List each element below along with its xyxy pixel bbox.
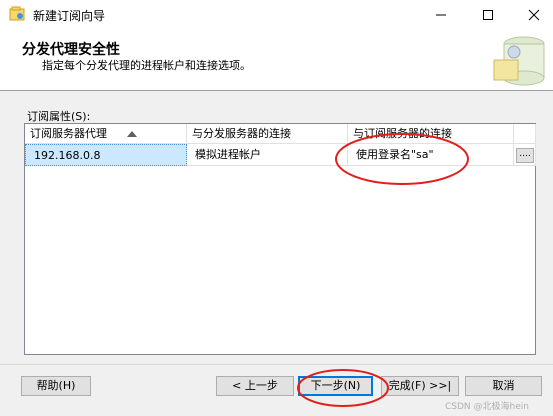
title-bar: 新建订阅向导 bbox=[0, 0, 553, 30]
maximize-button[interactable] bbox=[465, 0, 511, 30]
column-header-subscriber-connection[interactable]: 与订阅服务器的连接 bbox=[348, 124, 514, 144]
window-title: 新建订阅向导 bbox=[33, 9, 106, 23]
column-header-distributor-connection[interactable]: 与分发服务器的连接 bbox=[187, 124, 348, 144]
sort-ascending-icon bbox=[127, 131, 137, 137]
subscription-properties-label: 订阅属性(S): bbox=[27, 110, 91, 123]
maximize-icon bbox=[483, 10, 493, 20]
watermark: CSDN @北极海hein bbox=[445, 402, 529, 412]
close-icon bbox=[528, 9, 540, 21]
row-distributor-connection-cell[interactable]: 模拟进程帐户 bbox=[187, 144, 348, 166]
wizard-window: 新建订阅向导 分发代理安全性 指定每个分发代理的进程帐户和连接选项。 订阅属性(… bbox=[0, 0, 553, 416]
column-header-agent[interactable]: 订阅服务器代理 bbox=[25, 124, 187, 144]
minimize-button[interactable] bbox=[418, 0, 464, 30]
footer-divider bbox=[0, 364, 553, 365]
next-button[interactable]: 下一步(N) bbox=[298, 376, 373, 396]
row-subscriber-connection-cell[interactable]: 使用登录名"sa" bbox=[348, 144, 514, 166]
edit-security-button[interactable]: .... bbox=[516, 148, 534, 163]
database-banner-icon bbox=[493, 36, 545, 86]
help-button[interactable]: 帮助(H) bbox=[21, 376, 91, 396]
row-agent-cell[interactable]: 192.168.0.8 bbox=[25, 144, 187, 166]
column-header-blank bbox=[514, 124, 536, 144]
page-subtitle: 指定每个分发代理的进程帐户和连接选项。 bbox=[42, 59, 251, 72]
column-header-agent-label: 订阅服务器代理 bbox=[30, 127, 107, 140]
wizard-app-icon bbox=[9, 6, 25, 21]
wizard-header: 分发代理安全性 指定每个分发代理的进程帐户和连接选项。 bbox=[0, 30, 553, 90]
minimize-icon bbox=[436, 14, 446, 16]
subscription-properties-grid[interactable]: 订阅服务器代理 与分发服务器的连接 与订阅服务器的连接 192.168.0.8 … bbox=[24, 123, 536, 355]
close-button[interactable] bbox=[511, 0, 553, 30]
page-title: 分发代理安全性 bbox=[22, 42, 120, 58]
back-button[interactable]: < 上一步 bbox=[216, 376, 294, 396]
finish-button[interactable]: 完成(F) >>| bbox=[381, 376, 459, 396]
header-divider bbox=[0, 90, 553, 91]
cancel-button[interactable]: 取消 bbox=[465, 376, 542, 396]
